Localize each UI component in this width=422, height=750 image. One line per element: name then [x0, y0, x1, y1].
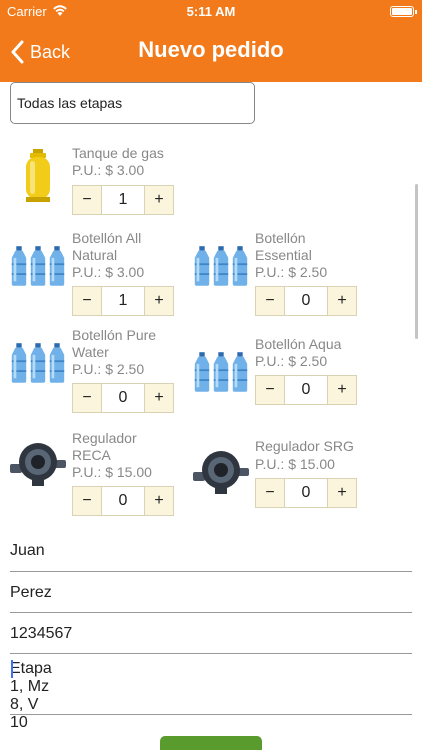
increment-button[interactable]: +	[327, 286, 357, 316]
decrement-button[interactable]: −	[255, 375, 285, 405]
quantity-value[interactable]: 0	[285, 478, 327, 508]
quantity-value[interactable]: 1	[102, 286, 144, 316]
increment-button[interactable]: +	[327, 478, 357, 508]
quantity-stepper: − 0 +	[255, 375, 357, 405]
increment-button[interactable]: +	[144, 486, 174, 516]
water-jugs-icon	[191, 336, 251, 396]
increment-button[interactable]: +	[144, 286, 174, 316]
product-card: Tanque de gas P.U.: $ 3.00 − 1 +	[8, 145, 178, 217]
address-value: Etapa 1, Mz 8, V 10	[10, 660, 52, 731]
product-price: P.U.: $ 15.00	[255, 456, 335, 472]
page-title: Nuevo pedido	[138, 37, 284, 62]
product-name: Botellón Pure Water	[72, 327, 157, 360]
product-price: P.U.: $ 2.50	[255, 353, 328, 369]
last-name-field[interactable]: Perez	[10, 572, 412, 613]
quantity-stepper: − 1 +	[72, 286, 174, 316]
product-name: Botellón Aqua	[255, 336, 342, 352]
quantity-stepper: − 0 +	[255, 478, 357, 508]
decrement-button[interactable]: −	[255, 286, 285, 316]
quantity-stepper: − 0 +	[255, 286, 357, 316]
decrement-button[interactable]: −	[255, 478, 285, 508]
last-name-value: Perez	[10, 584, 52, 601]
product-card: Botellón Essential P.U.: $ 2.50 − 0 +	[191, 230, 361, 318]
quantity-value[interactable]: 0	[102, 383, 144, 413]
product-name: Botellón All Natural	[72, 230, 142, 263]
decrement-button[interactable]: −	[72, 486, 102, 516]
decrement-button[interactable]: −	[72, 185, 102, 215]
first-name-value: Juan	[10, 542, 45, 559]
status-bar: Carrier 5:11 AM	[0, 0, 422, 22]
nav-bar: Back Nuevo pedido	[0, 22, 422, 82]
water-jugs-icon	[8, 327, 68, 387]
product-price: P.U.: $ 2.50	[255, 264, 328, 280]
product-name: Regulador RECA	[72, 430, 137, 463]
product-name: Regulador SRG	[255, 438, 354, 454]
increment-button[interactable]: +	[327, 375, 357, 405]
gas-regulator-icon	[191, 438, 251, 498]
product-name: Tanque de gas	[72, 145, 164, 161]
quantity-value[interactable]: 0	[285, 375, 327, 405]
quantity-value[interactable]: 1	[102, 185, 144, 215]
product-price: P.U.: $ 3.00	[72, 162, 145, 178]
quantity-stepper: − 0 +	[72, 383, 174, 413]
product-price: P.U.: $ 15.00	[72, 464, 152, 480]
product-card: Regulador RECA P.U.: $ 15.00 − 0 +	[8, 430, 178, 518]
submit-order-button[interactable]	[160, 736, 262, 750]
address-field[interactable]: Etapa 1, Mz 8, V 10	[10, 654, 412, 731]
product-price: P.U.: $ 2.50	[72, 361, 145, 377]
water-jugs-icon	[8, 230, 68, 290]
battery-icon	[390, 6, 417, 17]
decrement-button[interactable]: −	[72, 286, 102, 316]
scroll-indicator[interactable]	[415, 184, 418, 339]
product-card: Botellón Aqua P.U.: $ 2.50 − 0 +	[191, 336, 361, 408]
phone-value: 1234567	[10, 625, 73, 642]
product-price: P.U.: $ 3.00	[72, 264, 145, 280]
water-jugs-icon	[191, 230, 251, 290]
quantity-stepper: − 1 +	[72, 185, 174, 215]
text-cursor	[11, 660, 13, 678]
increment-button[interactable]: +	[144, 185, 174, 215]
clock: 5:11 AM	[186, 4, 236, 19]
stage-filter-select[interactable]: Todas las etapas	[10, 82, 255, 124]
phone-field[interactable]: 1234567	[10, 613, 412, 654]
quantity-value[interactable]: 0	[102, 486, 144, 516]
quantity-value[interactable]: 0	[285, 286, 327, 316]
product-name: Botellón Essential	[255, 230, 312, 263]
quantity-stepper: − 0 +	[72, 486, 174, 516]
product-card: Botellón Pure Water P.U.: $ 2.50 − 0 +	[8, 327, 178, 415]
first-name-field[interactable]: Juan	[10, 530, 412, 572]
increment-button[interactable]: +	[144, 383, 174, 413]
product-card: Botellón All Natural P.U.: $ 3.00 − 1 +	[8, 230, 178, 318]
product-card: Regulador SRG P.U.: $ 15.00 − 0 +	[191, 438, 361, 510]
decrement-button[interactable]: −	[72, 383, 102, 413]
gas-regulator-icon	[8, 430, 68, 490]
gas-tank-icon	[8, 145, 68, 205]
